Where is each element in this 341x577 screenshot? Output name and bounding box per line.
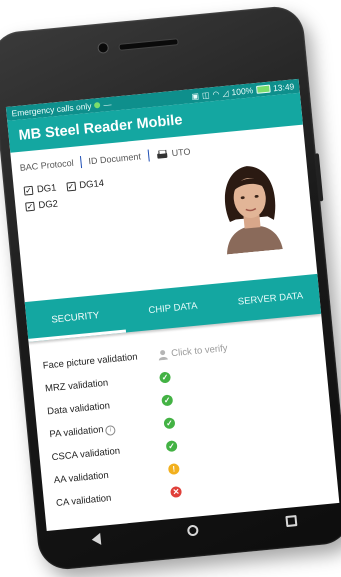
dash-icon: — [102,99,112,110]
dg1-label: DG1 [36,182,57,196]
notification-dot-icon [94,101,101,109]
divider [147,149,150,162]
nfc-icon: ▣ [190,90,200,101]
check-circle-icon: ✓ [163,417,176,430]
tab-chip-data-label: CHIP DATA [147,300,198,316]
validation-label: CA validation [55,492,112,509]
tab-server-data-label: SERVER DATA [237,289,304,308]
warning-circle-icon: ! [167,463,180,476]
battery-percent: 100% [231,85,254,98]
dg14-label: DG14 [78,177,105,192]
uto-label: UTO [171,146,191,159]
error-circle-icon: ✕ [170,485,183,498]
click-to-verify-label: Click to verify [170,342,229,360]
clock: 13:49 [272,81,295,94]
signal-icon: ◿ [221,88,229,98]
divider [79,156,83,169]
check-circle-icon: ✓ [165,440,178,453]
phone-device: Emergency calls only — ▣ ◫ ◠ ◿ 100% 13:4… [0,4,341,572]
check-circle-icon: ✓ [159,371,172,384]
person-icon [158,350,168,361]
home-icon[interactable] [187,523,200,536]
security-results-list: Face picture validation Click to verify … [29,314,338,516]
tab-security-label: SECURITY [50,309,100,326]
check-circle-icon: ✓ [161,394,174,407]
back-icon[interactable] [91,532,102,546]
recents-icon[interactable] [285,514,298,527]
datagroup-checkboxes: ✓ DG1 ✓ DG14 ✓ DG2 [23,177,107,218]
dg2-checkbox[interactable]: ✓ [25,201,35,212]
click-to-verify-button[interactable]: Click to verify [157,343,228,361]
app-screen: Emergency calls only — ▣ ◫ ◠ ◿ 100% 13:4… [5,78,340,532]
face-photo [206,156,295,256]
dg14-checkbox[interactable]: ✓ [65,181,76,192]
battery-icon [255,84,271,94]
holder-face-photo [206,156,295,256]
vibrate-icon: ◫ [201,89,210,100]
card-reader-icon [156,149,167,159]
dg2-label: DG2 [37,198,59,212]
wifi-icon: ◠ [212,88,220,99]
validation-label: PA validation [48,423,104,440]
info-icon[interactable]: i [105,424,117,436]
dg1-checkbox[interactable]: ✓ [23,185,34,196]
